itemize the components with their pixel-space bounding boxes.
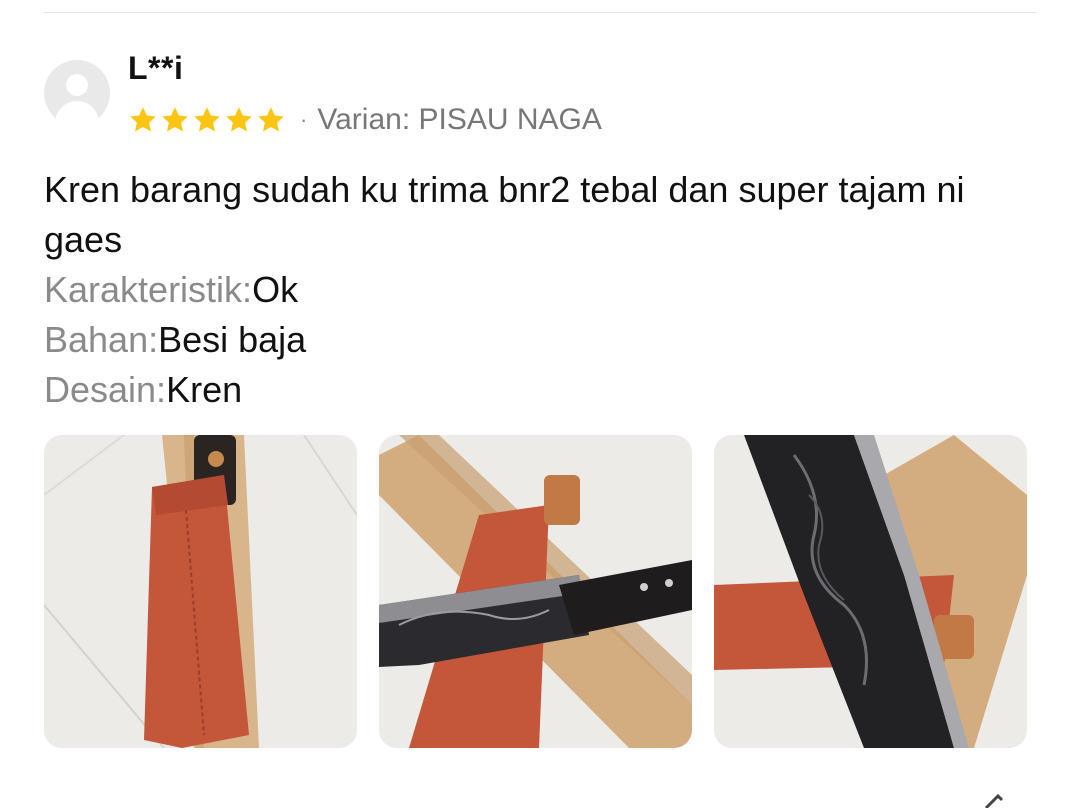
attribute-label: Bahan: (44, 319, 159, 360)
star-icon (258, 107, 284, 132)
review-photo-3[interactable] (714, 435, 1027, 748)
attribute-row: Bahan:Besi baja (44, 315, 306, 365)
attribute-value: Ok (252, 269, 299, 310)
avatar-placeholder-icon (66, 74, 88, 96)
avatar[interactable] (44, 60, 110, 126)
star-rating (128, 105, 286, 135)
top-divider (44, 12, 1036, 13)
star-icon (130, 107, 156, 132)
review-attributes: Karakteristik:Ok Bahan:Besi baja Desain:… (44, 265, 306, 415)
review-photo-2[interactable] (379, 435, 692, 748)
reviewer-name: L**i (128, 50, 184, 86)
review-photos (44, 435, 1027, 748)
variant-label: Varian: PISAU NAGA (317, 103, 602, 136)
separator-dot: · (300, 107, 308, 132)
review-photo-1[interactable] (44, 435, 357, 748)
attribute-value: Besi baja (158, 319, 307, 360)
star-icon (162, 107, 188, 132)
rating-row: · Varian: PISAU NAGA (128, 102, 602, 138)
attribute-row: Desain:Kren (44, 365, 306, 415)
attribute-value: Kren (166, 369, 243, 410)
attribute-label: Karakteristik: (44, 269, 253, 310)
star-icon (194, 107, 220, 132)
attribute-label: Desain: (44, 369, 167, 410)
review-text: Kren barang sudah ku trima bnr2 tebal da… (44, 169, 965, 260)
star-icon (226, 107, 252, 132)
attribute-row: Karakteristik:Ok (44, 265, 306, 315)
edit-icon[interactable] (980, 792, 1020, 808)
